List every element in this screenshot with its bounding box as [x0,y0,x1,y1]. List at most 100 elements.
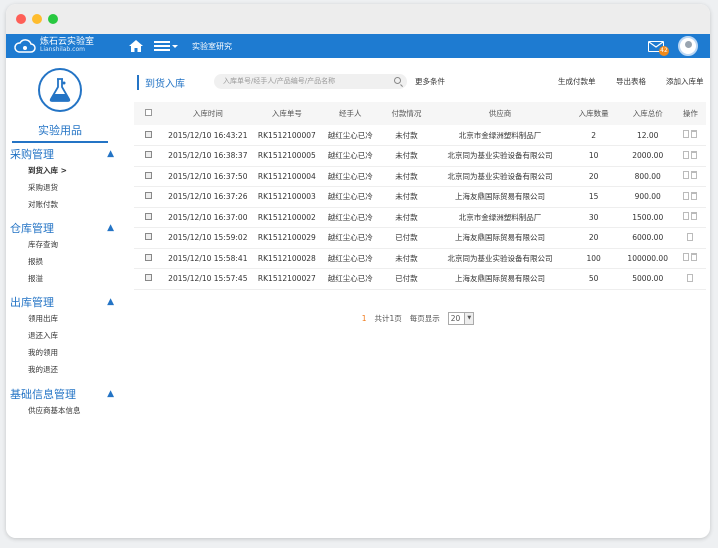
sidebar-title: 实验用品 [12,122,108,143]
minimize-window-button[interactable] [32,14,42,24]
app-window: 炼石云实验室 Lianshilab.com 实验室研究 42 实验用品 采购管理… [6,4,710,538]
column-header[interactable]: 经手人 [321,102,380,125]
table-cell: 2015/12/10 16:38:37 [163,145,253,167]
column-header[interactable]: 供应商 [433,102,567,125]
nav-lab-research[interactable]: 实验室研究 [192,41,232,52]
table-cell: 未付款 [379,248,434,269]
trash-icon[interactable] [691,191,698,200]
sidebar-group-header[interactable]: 基础信息管理 ▲ [10,386,114,402]
trash-icon[interactable] [691,253,698,262]
avatar[interactable] [678,36,698,56]
column-header[interactable]: 入库单号 [252,102,322,125]
table-cell: 未付款 [379,145,434,167]
table-cell: 越红尘心已冷 [321,145,380,167]
row-checkbox[interactable] [145,192,153,200]
sidebar-group-header[interactable]: 出库管理 ▲ [10,294,114,310]
brand-name: 炼石云实验室 [40,37,95,47]
sidebar-item-supplier[interactable]: 供应商基本信息 [10,402,114,419]
row-checkbox[interactable] [145,212,153,220]
search-input[interactable]: 入库单号/经手人/产品编号/产品名称 [214,74,407,89]
row-checkbox[interactable] [145,130,153,138]
table-row[interactable]: 2015/12/10 16:43:21 RK1512100007 越红尘心已冷 未付款… [134,125,706,146]
table-cell: 上海友鼎国际贸易有限公司 [433,227,567,249]
row-checkbox[interactable] [145,274,153,282]
table-row[interactable]: 2015/12/10 16:38:37 RK1512100005 越红尘心已冷 未付款… [134,145,706,167]
close-window-button[interactable] [16,14,26,24]
export-table-button[interactable]: 导出表格 [616,76,646,87]
table-row[interactable]: 2015/12/10 15:58:41 RK1512100028 越红尘心已冷 未付款… [134,248,706,269]
sidebar-group-warehouse: 仓库管理 ▲ 库存查询 报损 报溢 [10,220,114,287]
sidebar-group-header[interactable]: 仓库管理 ▲ [10,220,114,236]
edit-icon[interactable] [683,212,690,221]
sidebar-item-issue[interactable]: 领用出库 [10,310,114,327]
table-cell: 越红尘心已冷 [321,186,380,208]
edit-icon[interactable] [683,130,690,138]
edit-icon[interactable] [683,253,690,262]
sidebar-item-reconcile[interactable]: 对账付款 [10,196,114,213]
edit-icon[interactable] [683,191,690,200]
row-checkbox[interactable] [145,253,153,261]
edit-icon[interactable] [683,150,690,159]
generate-payment-button[interactable]: 生成付款单 [558,76,596,87]
window-titlebar [6,4,710,34]
table-cell: 900.00 [620,186,675,208]
column-header[interactable]: 付款情况 [379,102,434,125]
table-cell: 6000.00 [620,227,675,249]
column-header[interactable]: 入库数量 [566,102,621,125]
chevron-up-icon[interactable]: ▲ [107,223,114,233]
sidebar-item-inventory[interactable]: 库存查询 [10,236,114,253]
trash-icon[interactable] [691,150,698,159]
table-cell: 2015/12/10 16:37:26 [163,186,253,208]
chevron-up-icon[interactable]: ▲ [107,149,114,159]
table-cell: 北京同为基业实验设备有限公司 [433,248,567,269]
table-cell: 未付款 [379,125,434,146]
sidebar-item-overflow[interactable]: 报溢 [10,270,114,287]
trash-icon[interactable] [691,171,698,180]
row-checkbox[interactable] [145,233,153,241]
flask-icon [38,68,82,112]
column-header[interactable]: 入库时间 [163,102,253,125]
edit-icon[interactable] [687,273,694,282]
page-number[interactable]: 1 [362,314,367,323]
sidebar-item-return[interactable]: 采购退货 [10,179,114,196]
table-row[interactable]: 2015/12/10 15:59:02 RK1512100029 越红尘心已冷 已付款… [134,227,706,249]
column-header[interactable]: 入库总价 [620,102,675,125]
table-cell: RK1512100002 [252,207,322,228]
table-row[interactable]: 2015/12/10 16:37:00 RK1512100002 越红尘心已冷 未付款… [134,207,706,228]
sidebar-item-restock[interactable]: 退还入库 [10,327,114,344]
chevron-up-icon[interactable]: ▲ [107,297,114,307]
edit-icon[interactable] [687,232,694,241]
table-cell: 已付款 [379,268,434,290]
sidebar-item-my-issue[interactable]: 我的领用 [10,344,114,361]
chevron-down-icon[interactable]: ▼ [464,313,474,324]
sidebar-item-loss[interactable]: 报损 [10,253,114,270]
search-icon[interactable] [394,77,401,84]
per-page-select[interactable]: 20 ▼ [447,312,475,325]
edit-icon[interactable] [683,171,690,180]
select-all-checkbox[interactable] [145,109,153,116]
trash-icon[interactable] [691,130,698,138]
chevron-right-icon: > [60,166,67,175]
maximize-window-button[interactable] [48,14,58,24]
table-row[interactable]: 2015/12/10 16:37:26 RK1512100003 越红尘心已冷 未付款… [134,186,706,208]
pagination: 1 共计1页 每页显示 20 ▼ [130,312,706,325]
table-cell: RK1512100004 [252,166,322,187]
add-inbound-button[interactable]: 添加入库单 [666,76,704,87]
home-icon[interactable] [128,39,144,53]
table-cell: 未付款 [379,207,434,228]
row-checkbox[interactable] [145,171,153,179]
brand-logo[interactable]: 炼石云实验室 Lianshilab.com [6,38,126,54]
table-row[interactable]: 2015/12/10 16:37:50 RK1512100004 越红尘心已冷 未付款… [134,166,706,187]
sidebar-group-header[interactable]: 采购管理 ▲ [10,146,114,162]
trash-icon[interactable] [691,212,698,221]
more-filters-link[interactable]: 更多条件 [415,76,445,87]
sidebar-item-my-return[interactable]: 我的退还 [10,361,114,378]
sidebar-item-arrival[interactable]: 到货入库 > [10,162,114,179]
table-row[interactable]: 2015/12/10 15:57:45 RK1512100027 越红尘心已冷 已付款… [134,268,706,290]
row-checkbox[interactable] [145,151,153,159]
menu-icon[interactable] [154,40,178,52]
table-cell: 5000.00 [620,268,675,290]
main-content: 到货入库 入库单号/经手人/产品编号/产品名称 更多条件 生成付款单 导出表格 … [130,58,710,538]
mail-icon[interactable]: 42 [648,40,669,56]
chevron-up-icon[interactable]: ▲ [107,389,114,399]
